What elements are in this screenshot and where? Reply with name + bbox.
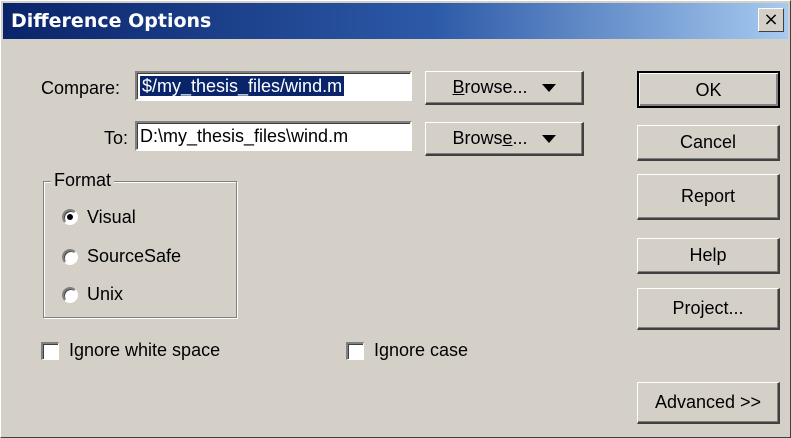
radio-sourcesafe[interactable]	[62, 249, 78, 265]
help-button[interactable]: Help	[637, 238, 780, 274]
ignore-white-space-label: Ignore white space	[69, 340, 221, 360]
radio-sourcesafe-label: SourceSafe	[87, 246, 182, 266]
compare-field[interactable]: $/my_thesis_files/wind.m	[135, 71, 412, 101]
format-group-label: Format	[51, 170, 115, 191]
project-button[interactable]: Project...	[637, 288, 780, 330]
cancel-button[interactable]: Cancel	[637, 125, 780, 161]
ignore-case-label: Ignore case	[374, 340, 469, 360]
to-label: To:	[104, 128, 129, 148]
report-button[interactable]: Report	[637, 174, 780, 220]
advanced-label: Advanced >>	[654, 392, 762, 412]
compare-value: $/my_thesis_files/wind.m	[140, 76, 345, 96]
to-field[interactable]: D:\my_thesis_files\wind.m	[135, 121, 412, 151]
compare-label: Compare:	[41, 78, 121, 98]
close-icon: ×	[763, 9, 779, 30]
to-browse-button[interactable]: Browse...	[425, 122, 584, 156]
ok-button[interactable]: OK	[637, 71, 780, 108]
radio-selected-dot-icon	[67, 214, 73, 220]
report-label: Report	[680, 186, 736, 206]
radio-unix-label: Unix	[87, 284, 124, 304]
compare-browse-button[interactable]: Browse...	[425, 71, 584, 105]
ok-label: OK	[695, 80, 722, 100]
compare-browse-label: Browse...	[452, 77, 528, 97]
ignore-case-checkbox[interactable]	[346, 342, 364, 360]
dialog-title: Difference Options	[11, 10, 212, 32]
advanced-button[interactable]: Advanced >>	[637, 382, 780, 424]
difference-options-dialog: Difference Options × Compare: $/my_thesi…	[0, 0, 791, 438]
to-value: D:\my_thesis_files\wind.m	[140, 126, 349, 146]
dropdown-arrow-icon	[541, 84, 556, 93]
title-bar[interactable]: Difference Options ×	[3, 3, 788, 39]
cancel-label: Cancel	[679, 132, 737, 152]
project-label: Project...	[672, 298, 744, 318]
radio-visual-label: Visual	[87, 207, 136, 227]
radio-visual[interactable]	[62, 209, 78, 225]
ignore-white-space-checkbox[interactable]	[41, 342, 59, 360]
close-button[interactable]: ×	[758, 8, 784, 32]
help-label: Help	[689, 245, 727, 265]
dropdown-arrow-icon	[541, 135, 556, 144]
radio-unix[interactable]	[62, 287, 78, 303]
to-browse-label: Browse...	[452, 128, 528, 148]
